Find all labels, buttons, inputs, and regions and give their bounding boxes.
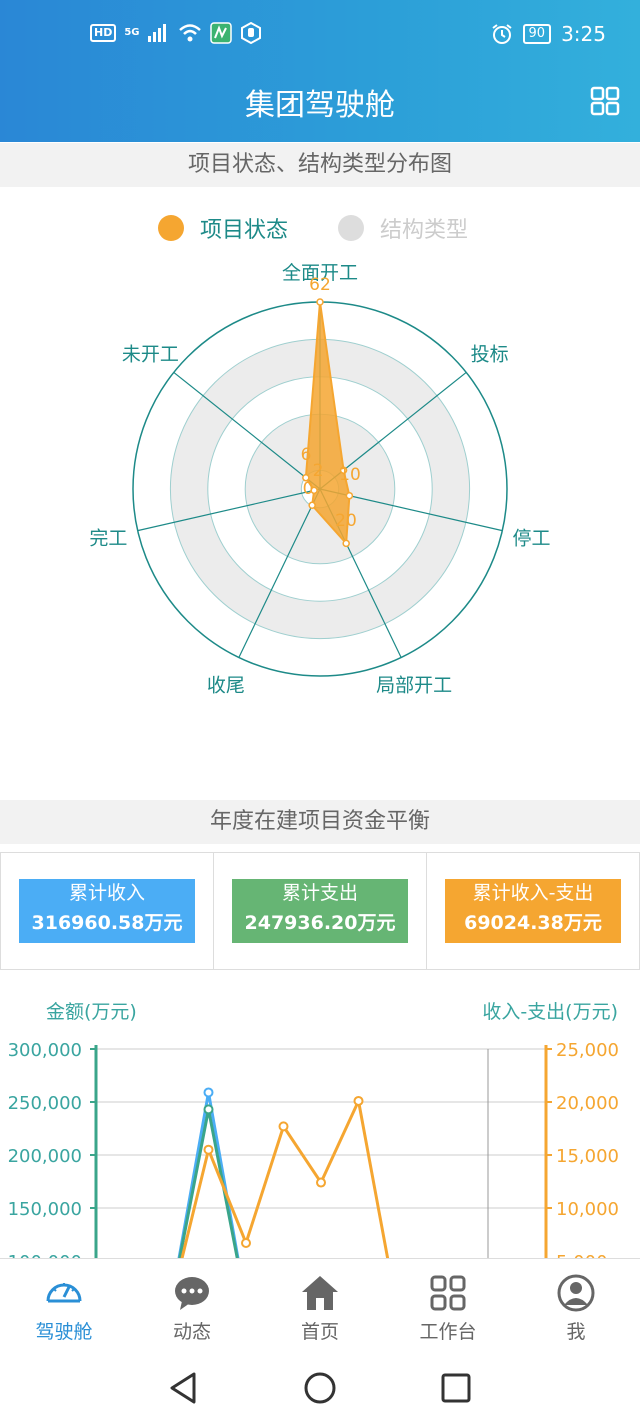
- finance-section-title: 年度在建项目资金平衡: [0, 800, 640, 844]
- nav-label-me: 我: [566, 1321, 586, 1343]
- radar-chart: 全面开工投标停工局部开工收尾完工未开工621020620: [89, 262, 551, 697]
- wifi-icon: [178, 24, 201, 42]
- clock: 3:25: [561, 22, 606, 46]
- left-tick-label: 150,000: [8, 1199, 82, 1220]
- radar-point-label: 10: [339, 465, 361, 485]
- series-point: [203, 1104, 214, 1115]
- radar-category-label: 停工: [513, 527, 551, 549]
- grid-icon: [430, 1275, 466, 1311]
- radar-point-label: 6: [301, 445, 312, 465]
- right-tick-label: 20,000: [556, 1093, 619, 1114]
- dashboard-icon: [46, 1283, 82, 1303]
- legend-item-status[interactable]: 项目状态: [158, 212, 288, 244]
- radar-category-label: 收尾: [207, 675, 245, 697]
- alarm-icon: [491, 24, 512, 44]
- radar-point-label: 2: [313, 461, 324, 481]
- radar-point-label: 20: [335, 511, 357, 531]
- nav-item-home[interactable]: 首页: [256, 1259, 384, 1350]
- signal-icon: [147, 24, 166, 42]
- battery-indicator: 90: [522, 24, 552, 44]
- radar-point: [316, 298, 324, 306]
- series-point: [241, 1237, 251, 1248]
- app-notification-icon: [209, 22, 232, 44]
- card-expense-label: 累计支出: [281, 882, 358, 904]
- card-income-label: 累计收入: [68, 882, 145, 904]
- card-balance-box: 累计收入-支出 69024.38万元: [445, 879, 621, 943]
- recents-button[interactable]: [441, 1373, 471, 1403]
- nav-item-me[interactable]: 我: [512, 1259, 640, 1350]
- user-icon: [557, 1274, 595, 1312]
- nav-label-cockpit: 驾驶舱: [35, 1321, 93, 1343]
- radar-point: [308, 501, 316, 510]
- nav-label-home: 首页: [300, 1321, 339, 1343]
- nav-label-workbench: 工作台: [419, 1321, 477, 1343]
- status-right: 90 3:25: [491, 22, 606, 46]
- home-icon: [302, 1276, 338, 1310]
- right-tick-label: 10,000: [556, 1199, 619, 1220]
- left-tick-label: 300,000: [8, 1040, 82, 1061]
- radar-legend: 项目状态 结构类型: [0, 212, 640, 248]
- nav-label-dynamics: 动态: [172, 1321, 211, 1343]
- series-point: [203, 1144, 214, 1155]
- right-tick-label: 25,000: [556, 1040, 619, 1061]
- legend-item-structure[interactable]: 结构类型: [338, 212, 468, 244]
- left-tick-label: 200,000: [8, 1146, 82, 1167]
- finance-line-chart: 金额(万元) 收入-支出(万元) 300,000 25,000 250,000 20,00…: [8, 1001, 619, 1258]
- card-balance-value: 69024.38万元: [464, 912, 602, 934]
- right-axis-title: 收入-支出(万元): [482, 1001, 618, 1023]
- status-left: HD 5G: [90, 22, 262, 44]
- grid-menu-button[interactable]: [590, 86, 620, 116]
- legend-dot-structure: [338, 215, 364, 241]
- radar-point-label: 0: [303, 479, 314, 499]
- bottom-nav: 驾驶舱 动态 首页 工作台 我: [0, 1258, 640, 1350]
- finance-cards: 累计收入 316960.58万元 累计支出 247936.20万元 累计收入-支…: [0, 852, 640, 970]
- series-point: [278, 1121, 289, 1132]
- legend-label-structure: 结构类型: [380, 218, 469, 243]
- left-tick-label: 250,000: [8, 1093, 82, 1114]
- card-income-value: 316960.58万元: [31, 912, 183, 934]
- radar-category-label: 完工: [89, 527, 127, 549]
- back-button[interactable]: [170, 1372, 196, 1404]
- nav-item-dynamics[interactable]: 动态: [128, 1259, 256, 1350]
- card-income-box: 累计收入 316960.58万元: [19, 879, 195, 943]
- app-header: HD 5G 90 3:25 集团驾驶舱: [0, 0, 640, 142]
- radar-category-label: 局部开工: [376, 675, 452, 697]
- nav-item-workbench[interactable]: 工作台: [384, 1259, 512, 1350]
- legend-dot-status: [158, 215, 184, 241]
- card-income[interactable]: 累计收入 316960.58万元: [1, 853, 214, 969]
- page-title: 集团驾驶舱: [245, 88, 395, 123]
- network-label: 5G: [124, 27, 140, 38]
- radar-category-label: 未开工: [122, 344, 179, 366]
- status-bar: HD 5G 90 3:25: [0, 0, 640, 70]
- left-axis-title: 金额(万元): [46, 1001, 137, 1023]
- card-balance[interactable]: 累计收入-支出 69024.38万元: [427, 853, 639, 969]
- card-expense-value: 247936.20万元: [244, 912, 396, 934]
- series-point: [316, 1177, 326, 1188]
- hd-badge: HD: [90, 24, 117, 42]
- hand-icon: [240, 22, 261, 44]
- radar-point: [342, 539, 350, 548]
- radar-point: [345, 491, 354, 500]
- nav-item-cockpit[interactable]: 驾驶舱: [0, 1259, 128, 1350]
- chat-icon: [175, 1277, 209, 1310]
- radar-category-label: 投标: [471, 344, 509, 366]
- series-point: [353, 1095, 364, 1106]
- radar-point-label: 62: [309, 275, 331, 295]
- card-expense[interactable]: 累计支出 247936.20万元: [214, 853, 427, 969]
- card-balance-label: 累计收入-支出: [472, 882, 594, 904]
- right-tick-label: 15,000: [556, 1146, 619, 1167]
- home-button[interactable]: [304, 1372, 336, 1404]
- card-expense-box: 累计支出 247936.20万元: [232, 879, 408, 943]
- system-nav-bar: [0, 1350, 640, 1422]
- series-point: [203, 1087, 214, 1098]
- radar-section-title: 项目状态、结构类型分布图: [0, 143, 640, 187]
- legend-label-status: 项目状态: [200, 218, 289, 243]
